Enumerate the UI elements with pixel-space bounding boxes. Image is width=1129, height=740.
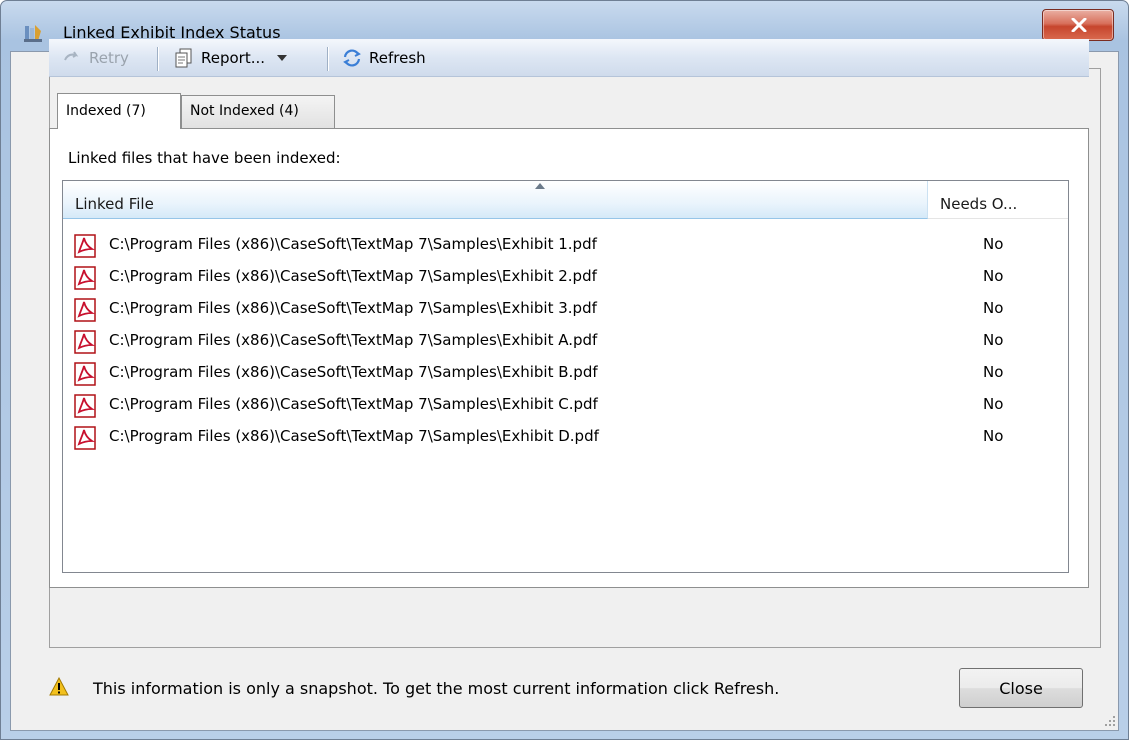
- report-icon: [173, 48, 195, 68]
- toolbar-separator: [157, 47, 158, 71]
- row-file-path: C:\Program Files (x86)\CaseSoft\TextMap …: [109, 331, 598, 349]
- snapshot-message: This information is only a snapshot. To …: [93, 679, 780, 698]
- refresh-label: Refresh: [369, 49, 426, 67]
- row-needs-value: No: [983, 363, 1004, 381]
- list-rows: C:\Program Files (x86)\CaseSoft\TextMap …: [63, 229, 1068, 453]
- linked-files-list[interactable]: Linked File Needs O... C:\Program Files …: [62, 180, 1069, 573]
- close-button[interactable]: Close: [959, 668, 1083, 708]
- retry-icon: [61, 48, 83, 68]
- pdf-icon: [74, 234, 96, 258]
- retry-button[interactable]: Retry: [61, 45, 129, 71]
- table-row[interactable]: C:\Program Files (x86)\CaseSoft\TextMap …: [63, 389, 1068, 421]
- pdf-icon: [74, 298, 96, 322]
- retry-label: Retry: [89, 49, 129, 67]
- row-file-path: C:\Program Files (x86)\CaseSoft\TextMap …: [109, 299, 597, 317]
- tab-indexed-label: Indexed (7): [66, 103, 146, 119]
- tab-panel-indexed: Linked files that have been indexed: Lin…: [49, 128, 1089, 588]
- toolbar-separator: [327, 47, 328, 71]
- resize-grip-icon[interactable]: [1104, 715, 1116, 727]
- warning-icon: [49, 677, 69, 696]
- list-header: Linked File Needs O...: [63, 181, 1068, 219]
- report-button[interactable]: Report...: [173, 45, 288, 71]
- window-close-button[interactable]: [1042, 9, 1114, 41]
- row-needs-value: No: [983, 235, 1004, 253]
- table-row[interactable]: C:\Program Files (x86)\CaseSoft\TextMap …: [63, 293, 1068, 325]
- row-needs-value: No: [983, 427, 1004, 445]
- dialog-window: Linked Exhibit Index Status Retry Report…: [0, 0, 1129, 740]
- row-needs-value: No: [983, 267, 1004, 285]
- row-file-path: C:\Program Files (x86)\CaseSoft\TextMap …: [109, 235, 597, 253]
- column-linked-file-label: Linked File: [75, 195, 154, 213]
- sort-ascending-icon: [535, 183, 545, 189]
- row-needs-value: No: [983, 395, 1004, 413]
- pdf-icon: [74, 426, 96, 450]
- linked-files-label: Linked files that have been indexed:: [68, 149, 341, 167]
- column-header-needs[interactable]: Needs O...: [928, 181, 1068, 219]
- table-row[interactable]: C:\Program Files (x86)\CaseSoft\TextMap …: [63, 229, 1068, 261]
- row-file-path: C:\Program Files (x86)\CaseSoft\TextMap …: [109, 395, 598, 413]
- chevron-down-icon[interactable]: [277, 55, 288, 61]
- report-label: Report...: [201, 49, 266, 67]
- pdf-icon: [74, 394, 96, 418]
- table-row[interactable]: C:\Program Files (x86)\CaseSoft\TextMap …: [63, 357, 1068, 389]
- refresh-icon: [341, 48, 363, 68]
- refresh-button[interactable]: Refresh: [341, 45, 426, 71]
- tab-indexed[interactable]: Indexed (7): [57, 93, 181, 129]
- pdf-icon: [74, 330, 96, 354]
- row-file-path: C:\Program Files (x86)\CaseSoft\TextMap …: [109, 427, 599, 445]
- pdf-icon: [74, 362, 96, 386]
- table-row[interactable]: C:\Program Files (x86)\CaseSoft\TextMap …: [63, 325, 1068, 357]
- tab-not-indexed-label: Not Indexed (4): [190, 103, 299, 119]
- column-header-linked-file[interactable]: Linked File: [63, 181, 928, 219]
- toolbar: Retry Report... Refresh: [49, 39, 1089, 77]
- row-needs-value: No: [983, 331, 1004, 349]
- table-row[interactable]: C:\Program Files (x86)\CaseSoft\TextMap …: [63, 421, 1068, 453]
- tab-not-indexed[interactable]: Not Indexed (4): [181, 95, 335, 129]
- column-needs-label: Needs O...: [940, 195, 1018, 213]
- row-file-path: C:\Program Files (x86)\CaseSoft\TextMap …: [109, 267, 597, 285]
- row-file-path: C:\Program Files (x86)\CaseSoft\TextMap …: [109, 363, 598, 381]
- textmap-app-icon: [24, 25, 42, 42]
- pdf-icon: [74, 266, 96, 290]
- row-needs-value: No: [983, 299, 1004, 317]
- close-x-icon: [1071, 18, 1087, 32]
- table-row[interactable]: C:\Program Files (x86)\CaseSoft\TextMap …: [63, 261, 1068, 293]
